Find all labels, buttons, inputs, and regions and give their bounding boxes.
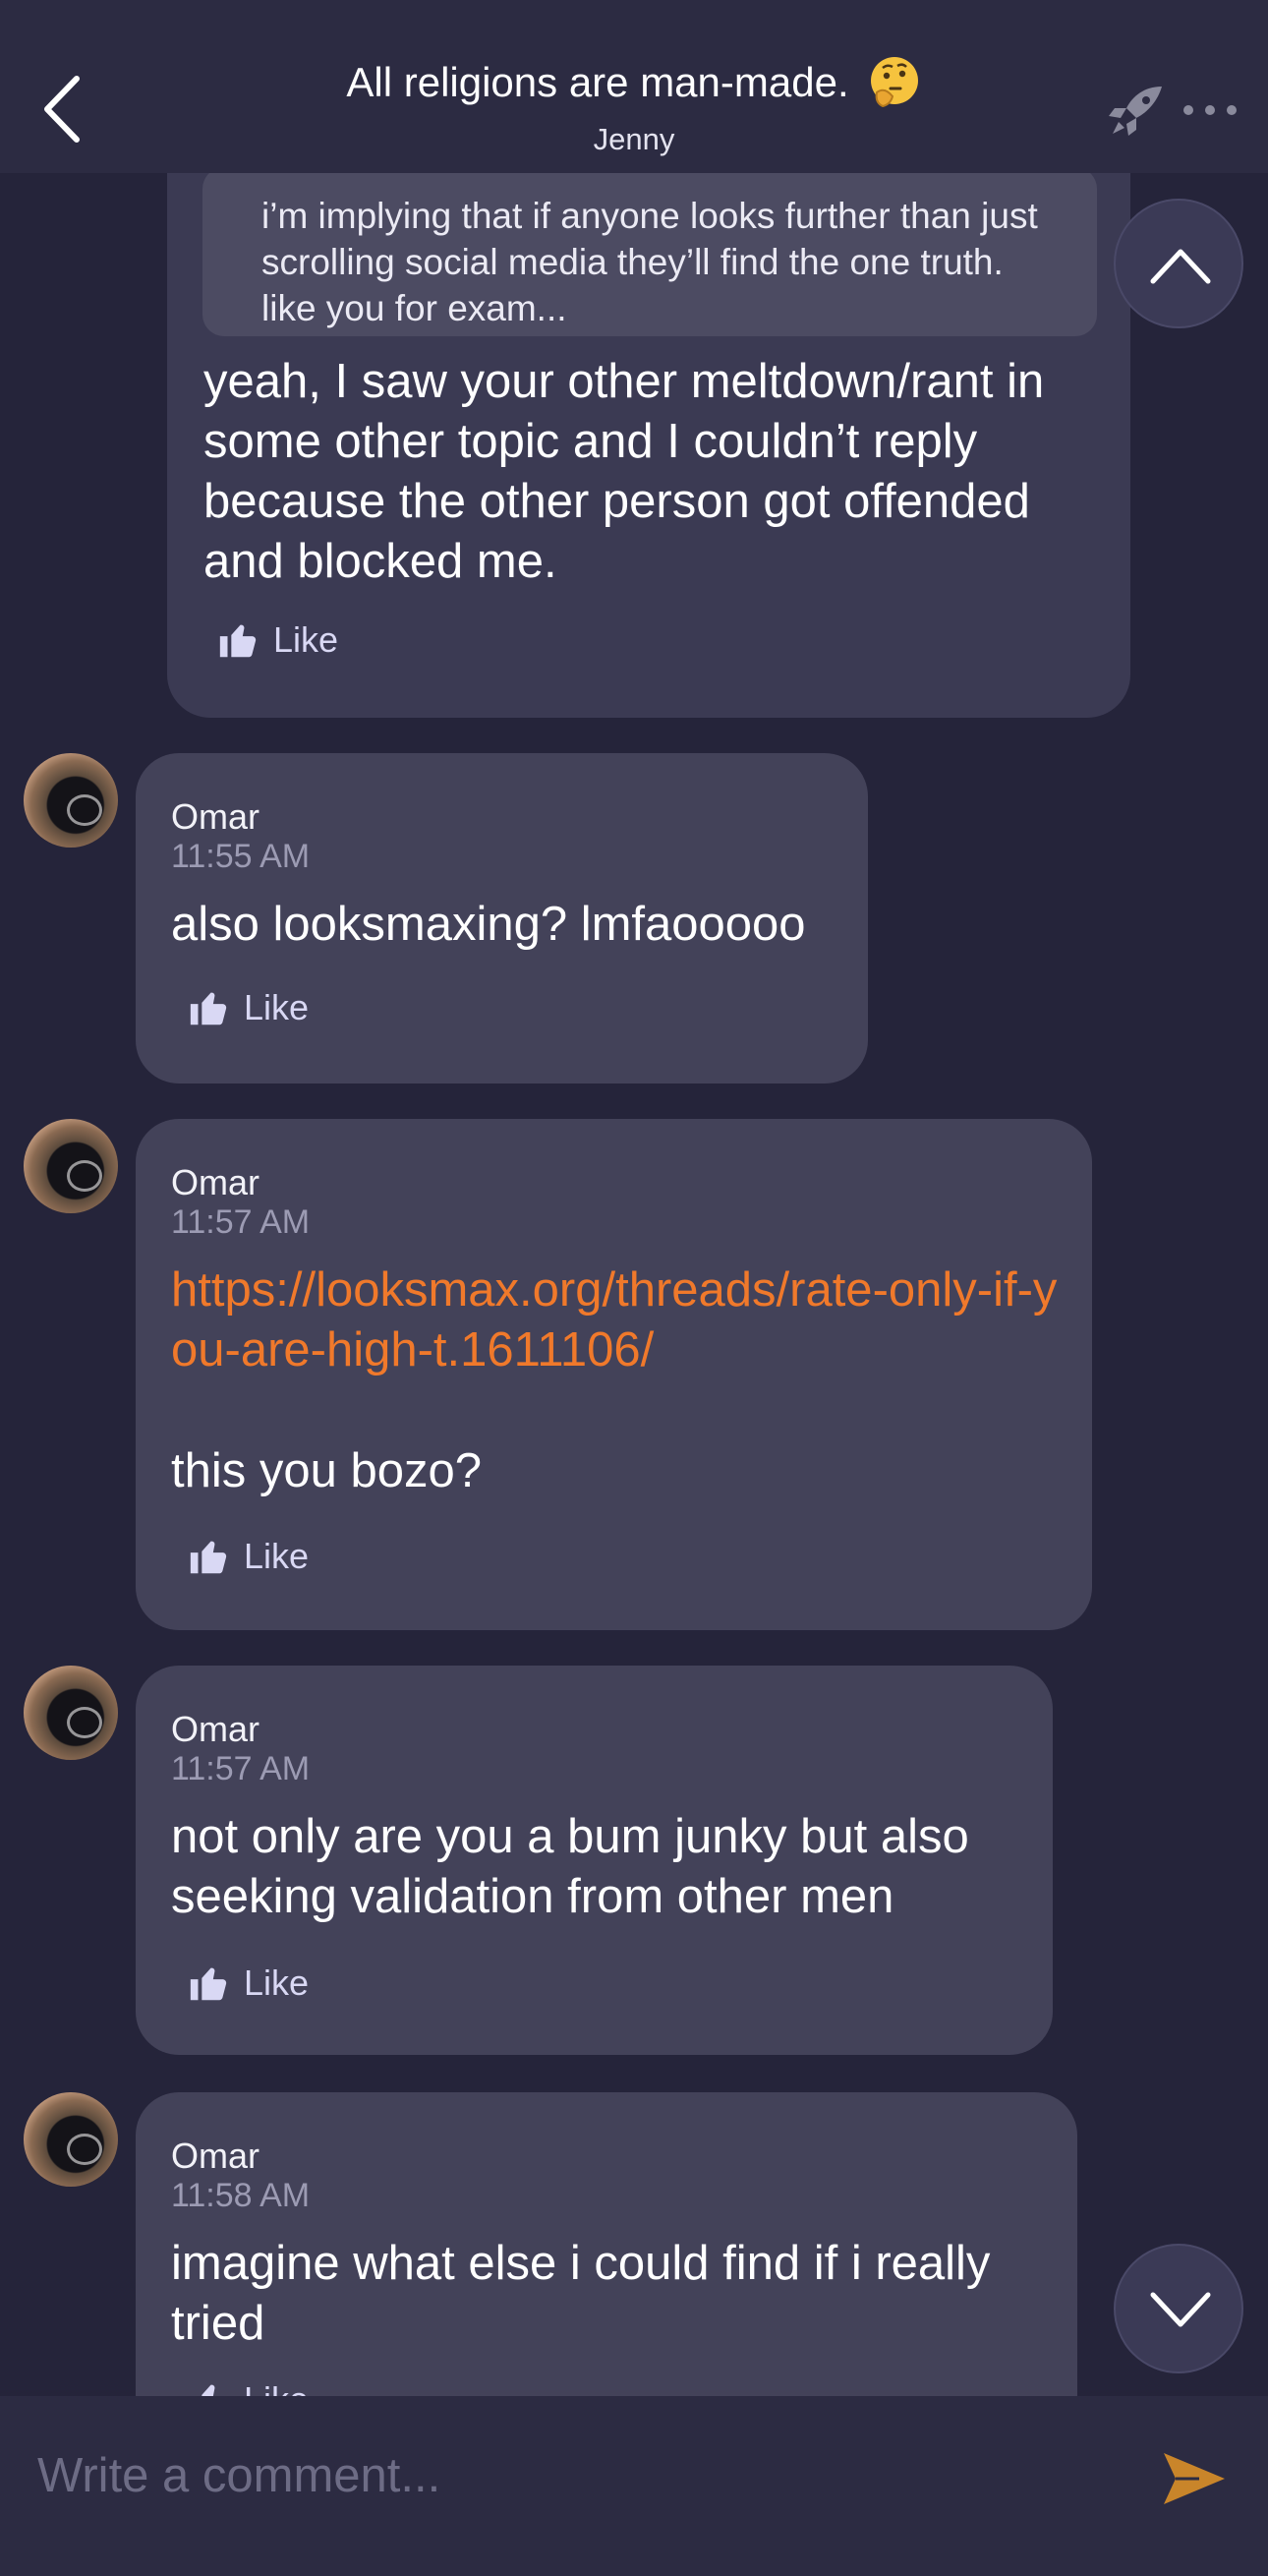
message-bubble: i’m implying that if anyone looks furthe… <box>167 118 1130 718</box>
like-label: Like <box>244 1536 310 1576</box>
message-text: imagine what else i could find if i real… <box>171 2237 991 2350</box>
sender-name[interactable]: Omar <box>171 1709 259 1750</box>
thumbs-up-icon <box>219 624 257 658</box>
sender-name[interactable]: Omar <box>171 1162 259 1203</box>
sender-name[interactable]: Omar <box>171 2136 259 2177</box>
thumbs-up-icon <box>190 992 227 1025</box>
rocket-icon <box>1109 87 1162 136</box>
message-link[interactable]: https://looksmax.org/threads/rate-only-i… <box>171 1260 1061 1380</box>
scroll-down-button[interactable] <box>1114 2244 1243 2373</box>
comment-composer <box>0 2396 1268 2576</box>
message-bubble: Omar 11:58 AM imagine what else i could … <box>136 2092 1077 2396</box>
title-area: All religions are man-made. Jenny <box>236 55 1032 157</box>
message-list: i’m implying that if anyone looks furthe… <box>0 0 1268 2396</box>
avatar[interactable] <box>24 1666 118 1760</box>
chevron-up-icon <box>1150 249 1211 284</box>
back-button[interactable] <box>39 73 88 146</box>
like-label: Like <box>273 619 339 660</box>
like-label: Like <box>244 987 310 1027</box>
message-text: also looksmaxing? lmfaooooo <box>171 898 806 951</box>
chevron-down-icon <box>1150 2292 1211 2327</box>
avatar[interactable] <box>24 1119 118 1213</box>
more-options-button[interactable] <box>1180 98 1240 122</box>
like-button[interactable]: Like <box>216 617 338 663</box>
thumbs-up-icon <box>190 1967 227 2001</box>
scroll-up-button[interactable] <box>1114 199 1243 328</box>
message-text: this you bozo? <box>171 1444 482 1497</box>
like-button[interactable]: Like <box>187 1961 309 2006</box>
timestamp: 11:58 AM <box>171 2177 311 2214</box>
boost-button[interactable] <box>1105 83 1168 140</box>
sender-name[interactable]: Omar <box>171 796 259 838</box>
like-button[interactable]: Like <box>187 2377 309 2396</box>
timestamp: 11:57 AM <box>171 1750 311 1787</box>
thread-subtitle[interactable]: Jenny <box>236 122 1032 157</box>
back-chevron-icon <box>44 76 80 143</box>
send-button[interactable] <box>1160 2449 1229 2508</box>
message-bubble: Omar 11:55 AM also looksmaxing? lmfaoooo… <box>136 753 868 1083</box>
thinking-face-icon <box>870 57 918 108</box>
message-text: not only are you a bum junky but also se… <box>171 1810 969 1923</box>
like-label: Like <box>244 2379 309 2396</box>
like-button[interactable]: Like <box>187 985 309 1030</box>
quoted-reply[interactable]: i’m implying that if anyone looks furthe… <box>202 167 1097 336</box>
thumbs-up-icon <box>190 1541 227 1574</box>
thread-header: All religions are man-made. Jenny <box>0 0 1268 173</box>
avatar[interactable] <box>24 2092 118 2187</box>
message-bubble: Omar 11:57 AM https://looksmax.org/threa… <box>136 1119 1092 1630</box>
like-button[interactable]: Like <box>187 1534 309 1579</box>
like-label: Like <box>244 1962 310 2003</box>
avatar[interactable] <box>24 753 118 848</box>
message-text: yeah, I saw your other meltdown/rant in … <box>203 355 1045 588</box>
more-dots-icon <box>1183 105 1237 115</box>
timestamp: 11:57 AM <box>171 1203 311 1241</box>
timestamp: 11:55 AM <box>171 838 311 875</box>
comment-input[interactable] <box>35 2435 1121 2516</box>
message-bubble: Omar 11:57 AM not only are you a bum jun… <box>136 1666 1053 2055</box>
send-icon <box>1164 2453 1225 2504</box>
thread-title: All religions are man-made. <box>346 59 849 105</box>
thumbs-up-icon <box>202 2384 215 2396</box>
